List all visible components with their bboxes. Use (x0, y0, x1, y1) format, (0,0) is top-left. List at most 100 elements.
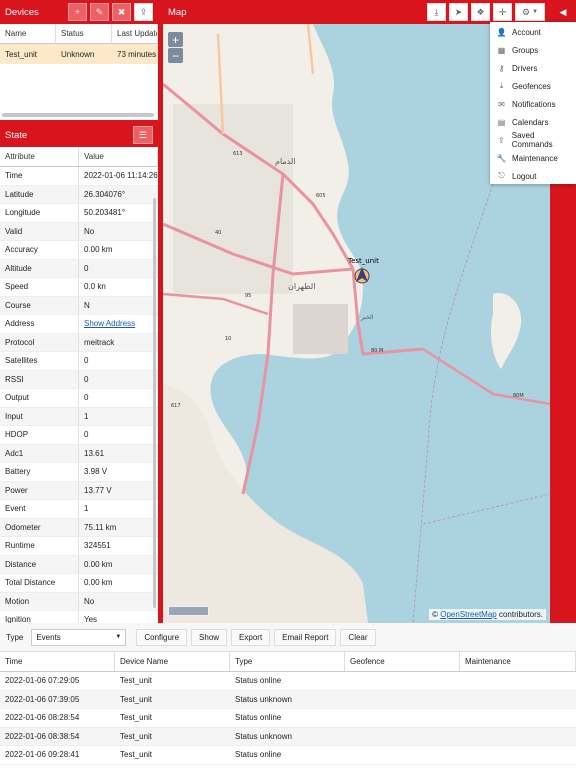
event-type: Status unknown (235, 731, 292, 741)
map-label-road-80m: 80 M (371, 348, 383, 354)
remove-device-button[interactable]: ✖ (112, 3, 131, 21)
devices-title: Devices (5, 6, 39, 18)
state-value: 1 (84, 411, 89, 421)
collapse-arrow-icon[interactable]: ◀ (556, 5, 570, 19)
devices-panel: Devices + ✎ ✖ ⇪ Name Status Last Update … (0, 0, 158, 120)
show-button[interactable]: Show (191, 628, 228, 646)
location-arrow-icon: ➤ (454, 6, 463, 17)
state-attribute: HDOP (0, 426, 79, 444)
export-button[interactable]: Export (231, 628, 271, 646)
state-row: Power 13.77 V (0, 481, 158, 500)
event-time: 2022-01-06 08:38:54 (5, 731, 80, 741)
envelope-icon: ✉ (498, 99, 505, 109)
state-attribute: Odometer (0, 518, 79, 536)
menu-item-label: Maintenance (512, 153, 558, 163)
edit-device-button[interactable]: ✎ (90, 3, 109, 21)
zoom-out-button[interactable]: − (168, 48, 183, 63)
state-row: Output 0 (0, 389, 158, 408)
show-address-link[interactable]: Show Address (79, 319, 135, 328)
gear-icon: ⚙ (521, 6, 531, 17)
geofence-map-button[interactable]: ⤓ (427, 3, 446, 21)
state-vertical-scrollbar[interactable] (153, 198, 156, 608)
menu-item-groups[interactable]: ▦ Groups (490, 41, 576, 59)
openstreetmap-link[interactable]: OpenStreetMap (440, 610, 496, 619)
menu-item-logout[interactable]: ⎋ Logout (490, 167, 576, 185)
state-toggle-button[interactable]: ☰ (133, 126, 153, 144)
map-label-road-95: 95 (245, 293, 251, 299)
state-value: 0 (84, 393, 89, 403)
device-name: Test_unit (5, 49, 38, 59)
device-row[interactable]: Test_unit Unknown 73 minutes (0, 44, 158, 64)
event-row[interactable]: 2022-01-06 07:39:05 Test_unit Status unkno… (0, 690, 576, 709)
state-attribute: Time (0, 167, 79, 185)
devices-horizontal-scrollbar[interactable] (2, 113, 154, 117)
col-maintenance[interactable]: Maintenance (460, 652, 576, 671)
col-status[interactable]: Status (56, 24, 112, 43)
event-row[interactable]: 2022-01-06 07:29:05 Test_unit Status onlin… (0, 672, 576, 691)
geofence-icon: ⤓ (434, 6, 439, 17)
events-panel: Type Events ▼ Configure Show Export Emai… (0, 623, 576, 768)
menu-item-saved-commands[interactable]: ⇪ Saved Commands (490, 131, 576, 149)
col-geofence[interactable]: Geofence (345, 652, 460, 671)
col-name[interactable]: Name (0, 24, 56, 43)
event-type: Status online (235, 713, 282, 723)
menu-item-maintenance[interactable]: 🔧 Maintenance (490, 149, 576, 167)
event-row[interactable]: 2022-01-06 08:38:54 Test_unit Status unkno… (0, 727, 576, 746)
footprints-button[interactable]: ❖ (471, 3, 490, 21)
state-attribute: Longitude (0, 204, 79, 222)
map-airport-area (293, 304, 348, 354)
state-header: State ☰ (0, 123, 158, 147)
event-rows: 2022-01-06 07:29:05 Test_unit Status onlin… (0, 672, 576, 765)
menu-item-geofences[interactable]: ⤓ Geofences (490, 77, 576, 95)
crosshair-button[interactable]: ✛ (493, 3, 512, 21)
state-row: Distance 0.00 km (0, 555, 158, 574)
state-attribute: Event (0, 500, 79, 518)
menu-item-calendars[interactable]: ▤ Calendars (490, 113, 576, 131)
menu-item-notifications[interactable]: ✉ Notifications (490, 95, 576, 113)
col-value[interactable]: Value (79, 147, 158, 166)
menu-item-drivers[interactable]: ⚷ Drivers (490, 59, 576, 77)
menu-item-label: Saved Commands (511, 131, 553, 149)
state-value: 1 (84, 504, 89, 514)
type-select[interactable]: Events ▼ (31, 628, 127, 646)
col-time[interactable]: Time (0, 652, 115, 671)
settings-menu-button[interactable]: ⚙ ▼ (515, 3, 545, 21)
zoom-in-button[interactable]: + (168, 32, 183, 47)
menu-item-label: Calendars (512, 117, 549, 127)
plus-icon: + (74, 7, 81, 17)
map-label-khobar: الخبر (360, 314, 374, 321)
map-attribution: © OpenStreetMap contributors. (429, 609, 546, 620)
col-attribute[interactable]: Attribute (0, 147, 79, 166)
list-icon: ☰ (138, 129, 148, 140)
state-value: 324551 (84, 541, 111, 551)
state-row: Total Distance 0.00 km (0, 574, 158, 593)
send-command-button[interactable]: ⇪ (134, 3, 153, 21)
event-row[interactable]: 2022-01-06 08:28:54 Test_unit Status onlin… (0, 709, 576, 728)
state-attribute: Power (0, 481, 79, 499)
state-attribute: Protocol (0, 333, 79, 351)
clear-button[interactable]: Clear (340, 628, 376, 646)
device-last-update: 73 minutes (117, 49, 157, 59)
map-label-road-617: 617 (171, 403, 181, 409)
email-report-button[interactable]: Email Report (274, 628, 337, 646)
state-row: Accuracy 0.00 km (0, 241, 158, 260)
col-type[interactable]: Type (230, 652, 345, 671)
state-rows: Time 2022-01-06 11:14:26 Latitude 26.304076… (0, 167, 158, 623)
menu-item-label: Drivers (512, 63, 538, 73)
state-value: meitrack (84, 337, 115, 347)
event-device: Test_unit (120, 750, 153, 760)
event-row[interactable]: 2022-01-06 09:28:41 Test_unit Status onlin… (0, 746, 576, 765)
col-last-update[interactable]: Last Update (112, 24, 158, 43)
geofence-icon: ⤓ (499, 81, 504, 90)
menu-item-label: Notifications (512, 99, 556, 109)
configure-button[interactable]: Configure (136, 628, 188, 646)
paw-icon: ❖ (476, 6, 485, 17)
type-select-value: Events (36, 632, 61, 642)
wrench-icon: 🔧 (496, 153, 507, 163)
menu-item-account[interactable]: 👤 Account (490, 23, 576, 41)
add-device-button[interactable]: + (68, 3, 87, 21)
follow-button[interactable]: ➤ (449, 3, 468, 21)
state-value: 0 (84, 374, 89, 384)
events-toolbar: Type Events ▼ Configure Show Export Emai… (0, 623, 576, 652)
col-device-name[interactable]: Device Name (115, 652, 230, 671)
